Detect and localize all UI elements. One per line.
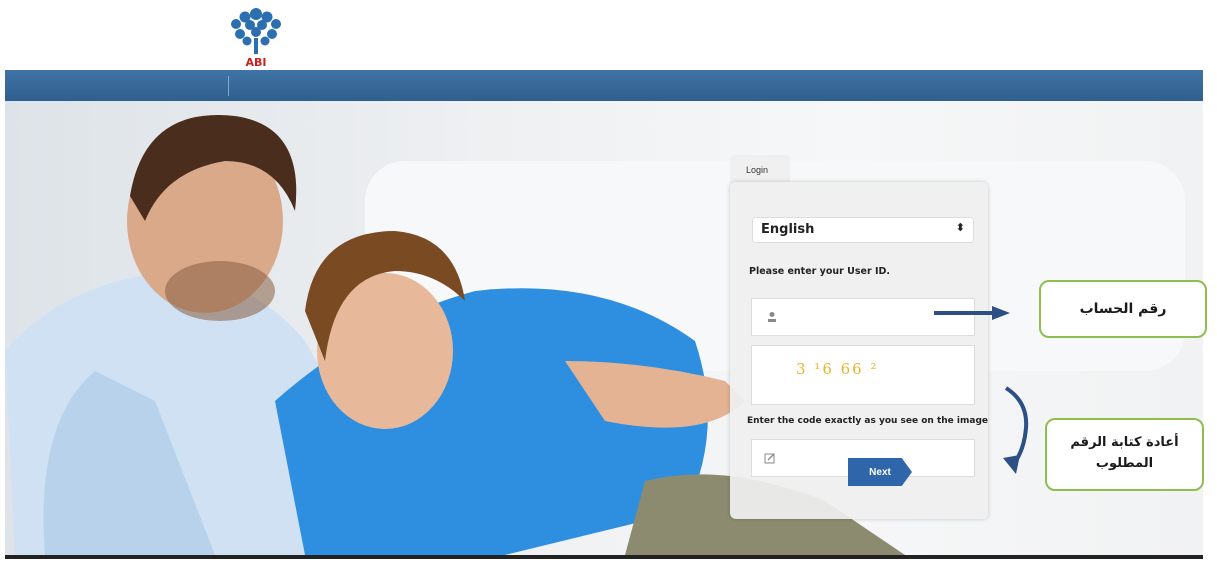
user-id-prompt: Please enter your User ID. [749,266,890,277]
next-button[interactable]: Next [848,458,912,486]
hero-image [5,101,1203,555]
annotation-retype-code: أعادة كتابة الرقم المطلوب [1045,418,1204,491]
captcha-text: 3 ¹6 66 ² [796,360,879,378]
bank-logo-icon: ABI [231,8,281,68]
nav-divider [228,76,229,96]
hero-photo [5,115,1185,555]
language-selected-value: English [761,222,815,237]
curved-arrow-icon [1003,386,1029,474]
user-icon [768,312,776,322]
captcha-image: 3 ¹6 66 ² [751,345,975,405]
right-arrow-icon [934,306,1010,320]
annotation-account-number: رقم الحساب [1039,280,1207,338]
language-select[interactable]: English ⬍ [752,217,974,243]
top-navigation-bar [5,70,1203,101]
svg-text:ABI: ABI [246,56,267,68]
footer-line [5,555,1203,559]
tab-login[interactable]: Login [730,155,790,183]
code-prompt: Enter the code exactly as you see on the… [747,416,988,426]
edit-icon [764,453,775,464]
sort-arrows-icon: ⬍ [955,221,965,234]
